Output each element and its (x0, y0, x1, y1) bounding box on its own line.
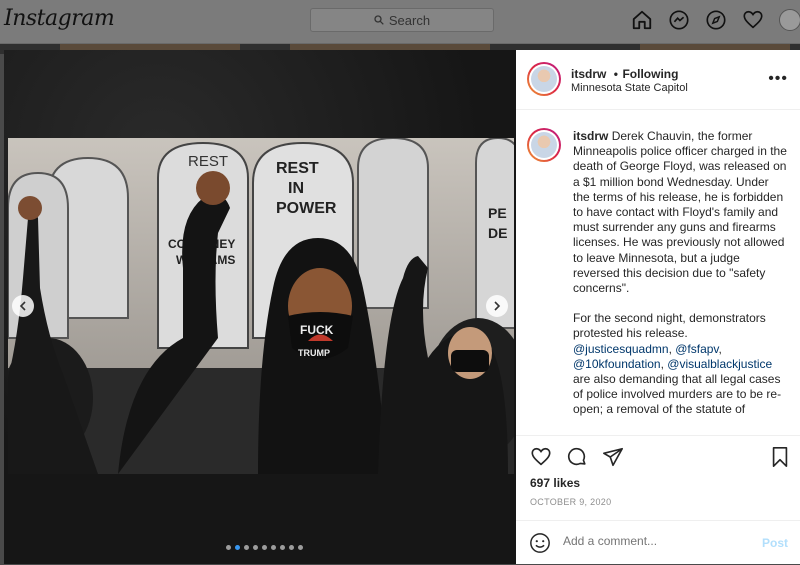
post-details-panel: itsdrw • Following Minnesota State Capit… (516, 50, 800, 564)
mention-link[interactable]: @justicesquadmn (573, 342, 669, 356)
caption-author-avatar[interactable] (527, 128, 561, 162)
carousel-dot (226, 545, 231, 550)
caption-paragraph-2-start: For the second night, demonstrators prot… (573, 311, 766, 341)
post-comment-button[interactable]: Post (762, 536, 788, 550)
caption-paragraph-1: Derek Chauvin, the former Minneapolis po… (573, 129, 787, 296)
carousel-dot (271, 545, 276, 550)
caption-paragraph-2-end: are also demanding that all legal cases … (573, 372, 782, 417)
post-header: itsdrw • Following Minnesota State Capit… (516, 50, 800, 110)
mention-link[interactable]: @10kfoundation (573, 357, 661, 371)
chevron-left-icon (19, 301, 26, 311)
carousel-next-button[interactable] (486, 295, 508, 317)
carousel-dot (244, 545, 249, 550)
post-photo: REST REST IN POWER COURTNEY WILLIAMS PE … (8, 138, 514, 474)
comment-input[interactable] (563, 534, 743, 548)
emoji-icon[interactable] (529, 532, 551, 554)
svg-text:PE: PE (488, 205, 507, 221)
caption-username[interactable]: itsdrw (573, 129, 608, 143)
comment-bar: Post (516, 520, 800, 564)
post-media-panel: REST REST IN POWER COURTNEY WILLIAMS PE … (4, 50, 516, 564)
search-icon (374, 15, 384, 25)
search-box[interactable]: Search (310, 8, 494, 32)
heart-activity-icon[interactable] (742, 9, 764, 31)
chevron-right-icon (494, 301, 501, 311)
like-heart-icon[interactable] (530, 446, 552, 468)
post-location[interactable]: Minnesota State Capitol (571, 82, 688, 94)
more-options-button[interactable]: ••• (768, 70, 788, 88)
sign-text-rest: REST (188, 153, 228, 170)
home-icon[interactable] (631, 9, 653, 31)
svg-text:TRUMP: TRUMP (298, 348, 330, 358)
post-date[interactable]: OCTOBER 9, 2020 (530, 497, 611, 507)
separator-dot: • (613, 67, 618, 81)
bookmark-icon[interactable] (770, 446, 790, 468)
svg-text:POWER: POWER (276, 200, 337, 217)
top-nav: Instagram Search (0, 0, 800, 44)
following-button[interactable]: Following (622, 67, 678, 81)
carousel-dot (298, 545, 303, 550)
carousel-indicator (226, 545, 303, 550)
carousel-dot (253, 545, 258, 550)
author-username[interactable]: itsdrw (571, 67, 606, 81)
profile-avatar[interactable] (779, 9, 800, 31)
instagram-logo[interactable]: Instagram (4, 6, 115, 31)
carousel-prev-button[interactable] (12, 295, 34, 317)
carousel-dot (280, 545, 285, 550)
search-placeholder: Search (388, 12, 431, 28)
carousel-dot (262, 545, 267, 550)
mention-link[interactable]: @fsfapv (675, 342, 718, 356)
svg-text:DE: DE (488, 225, 507, 241)
sign-text-rest-in-power: REST (276, 160, 319, 177)
svg-text:IN: IN (288, 180, 304, 197)
mask-text-1: FUCK (300, 323, 334, 337)
comment-icon[interactable] (566, 446, 588, 468)
author-avatar[interactable] (527, 62, 561, 96)
carousel-dot (289, 545, 294, 550)
mention-link[interactable]: @visualblackjustice (667, 357, 772, 371)
caption-scroll-area[interactable]: itsdrw Derek Chauvin, the former Minneap… (516, 111, 800, 435)
share-icon[interactable] (602, 446, 624, 468)
post-caption: itsdrw Derek Chauvin, the former Minneap… (573, 129, 787, 417)
carousel-dot (235, 545, 240, 550)
messenger-icon[interactable] (668, 9, 690, 31)
explore-compass-icon[interactable] (705, 9, 727, 31)
post-actions: 697 likes OCTOBER 9, 2020 Post (516, 435, 800, 563)
likes-count[interactable]: 697 likes (530, 476, 580, 490)
